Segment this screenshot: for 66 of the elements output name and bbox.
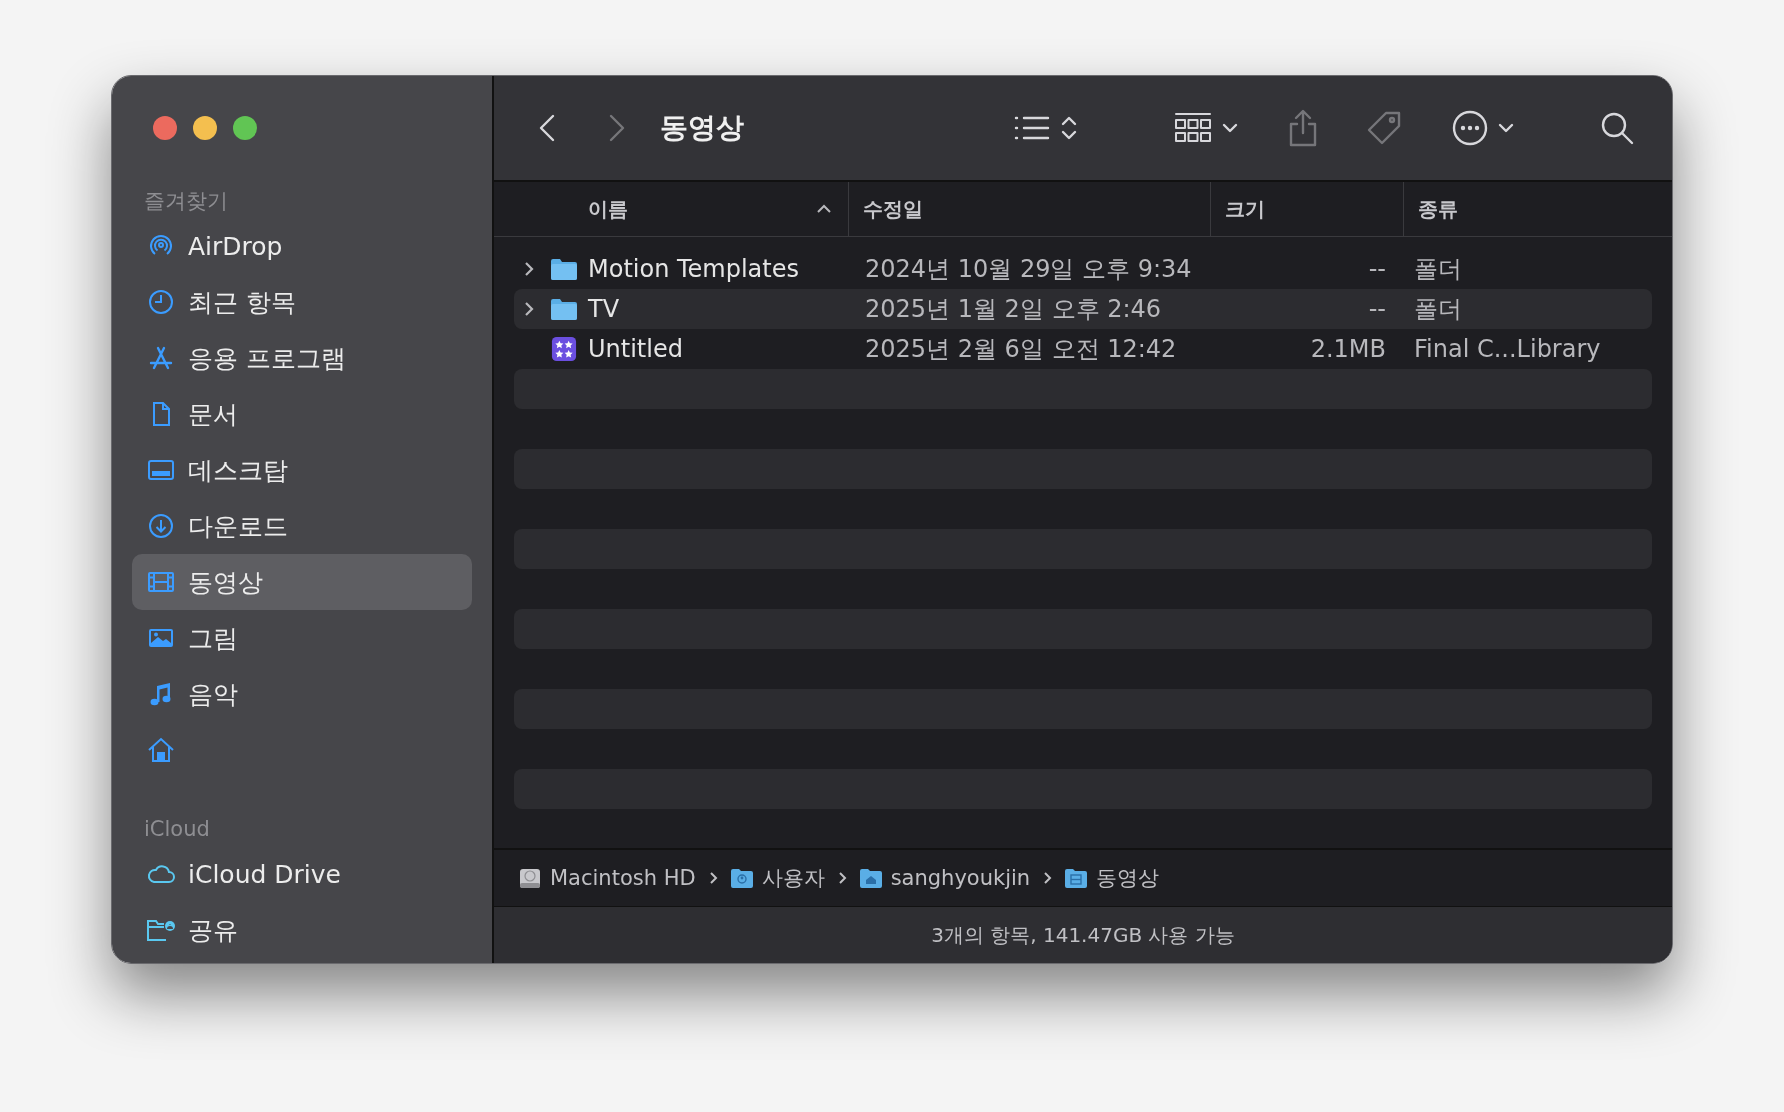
download-icon xyxy=(146,512,176,540)
column-header[interactable]: 이름 xyxy=(494,182,849,236)
folder-icon xyxy=(550,256,578,282)
sidebar-item[interactable]: AirDrop xyxy=(132,218,472,274)
search-icon[interactable] xyxy=(1600,111,1634,145)
file-kind: 폴더 xyxy=(1414,295,1462,323)
close-button[interactable] xyxy=(153,116,177,140)
tag-icon[interactable] xyxy=(1366,110,1402,146)
list-view-icon[interactable] xyxy=(1014,115,1050,141)
date-modified: 2024년 10월 29일 오후 9:34 xyxy=(865,255,1192,283)
home-icon xyxy=(146,736,176,764)
sidebar-item[interactable]: 문서 xyxy=(132,386,472,442)
back-icon[interactable] xyxy=(538,113,556,143)
file-name: Motion Templates xyxy=(588,255,799,283)
sidebar-heading: iCloud xyxy=(143,816,211,843)
sidebar-item[interactable]: 최근 항목 xyxy=(132,274,472,330)
path-item[interactable]: 사용자 xyxy=(761,864,825,892)
sidebar-item[interactable]: 공유 xyxy=(132,902,472,958)
sidebar-item[interactable]: 동영상 xyxy=(132,554,472,610)
file-size: 2.1MB xyxy=(1310,335,1386,363)
forward-icon[interactable] xyxy=(608,113,626,143)
minimize-button[interactable] xyxy=(193,116,217,140)
chevron-right-icon xyxy=(836,871,847,885)
sidebar-item[interactable]: 음악 xyxy=(132,666,472,722)
file-row[interactable]: Untitled 2025년 2월 6일 오전 12:42 2.1MB Final C...Library xyxy=(514,329,1652,369)
path-item[interactable]: sanghyoukjin xyxy=(890,866,1031,890)
column-header[interactable]: 크기 xyxy=(1211,182,1404,236)
film-folder-icon xyxy=(1064,866,1089,890)
date-modified: 2025년 2월 6일 오전 12:42 xyxy=(865,335,1177,363)
clock-icon xyxy=(146,288,176,316)
zoom-button[interactable] xyxy=(233,116,257,140)
file-kind: 폴더 xyxy=(1414,255,1462,283)
library-icon xyxy=(550,336,578,362)
path-item[interactable]: Macintosh HD xyxy=(550,866,696,890)
file-name: TV xyxy=(588,295,620,323)
column-header[interactable]: 수정일 xyxy=(849,182,1211,236)
sidebar-heading: 즐겨찾기 xyxy=(143,188,229,215)
date-modified: 2025년 1월 2일 오후 2:46 xyxy=(865,295,1162,323)
file-size: -- xyxy=(1368,255,1386,283)
status-text: 3개의 항목, 141.47GB 사용 가능 xyxy=(931,921,1235,949)
column-header[interactable]: 종류 xyxy=(1404,182,1458,236)
home-folder-icon xyxy=(858,866,883,890)
disclosure-chevron-icon[interactable] xyxy=(522,300,536,318)
file-kind: Final C...Library xyxy=(1414,335,1601,363)
chevron-down-icon[interactable] xyxy=(1222,123,1238,133)
file-size: -- xyxy=(1368,295,1386,323)
sidebar-item[interactable]: 데스크탑 xyxy=(132,442,472,498)
file-row[interactable]: TV 2025년 1월 2일 오후 2:46 -- 폴더 xyxy=(514,289,1652,329)
path-item[interactable]: 동영상 xyxy=(1096,864,1160,892)
sidebar-item[interactable]: 응용 프로그램 xyxy=(132,330,472,386)
file-row[interactable]: Motion Templates 2024년 10월 29일 오후 9:34 -- 폴더 xyxy=(514,249,1652,289)
up-down-chevron-icon[interactable] xyxy=(1060,114,1078,142)
grid-view-icon[interactable] xyxy=(1174,112,1212,144)
chevron-down-icon[interactable] xyxy=(1498,123,1514,133)
chevron-right-icon xyxy=(707,871,718,885)
sidebar-item[interactable]: iCloud Drive xyxy=(132,846,472,902)
window-title: 동영상 xyxy=(660,110,744,146)
folder-icon xyxy=(550,296,578,322)
more-icon[interactable] xyxy=(1452,110,1488,146)
user-folder-icon xyxy=(729,866,754,890)
chevron-right-icon xyxy=(1042,871,1053,885)
disclosure-chevron-icon[interactable] xyxy=(522,260,536,278)
sidebar-item[interactable]: 다운로드 xyxy=(132,498,472,554)
sidebar-item[interactable]: 그림 xyxy=(132,610,472,666)
file-name: Untitled xyxy=(588,335,683,363)
share-icon[interactable] xyxy=(1288,109,1318,147)
